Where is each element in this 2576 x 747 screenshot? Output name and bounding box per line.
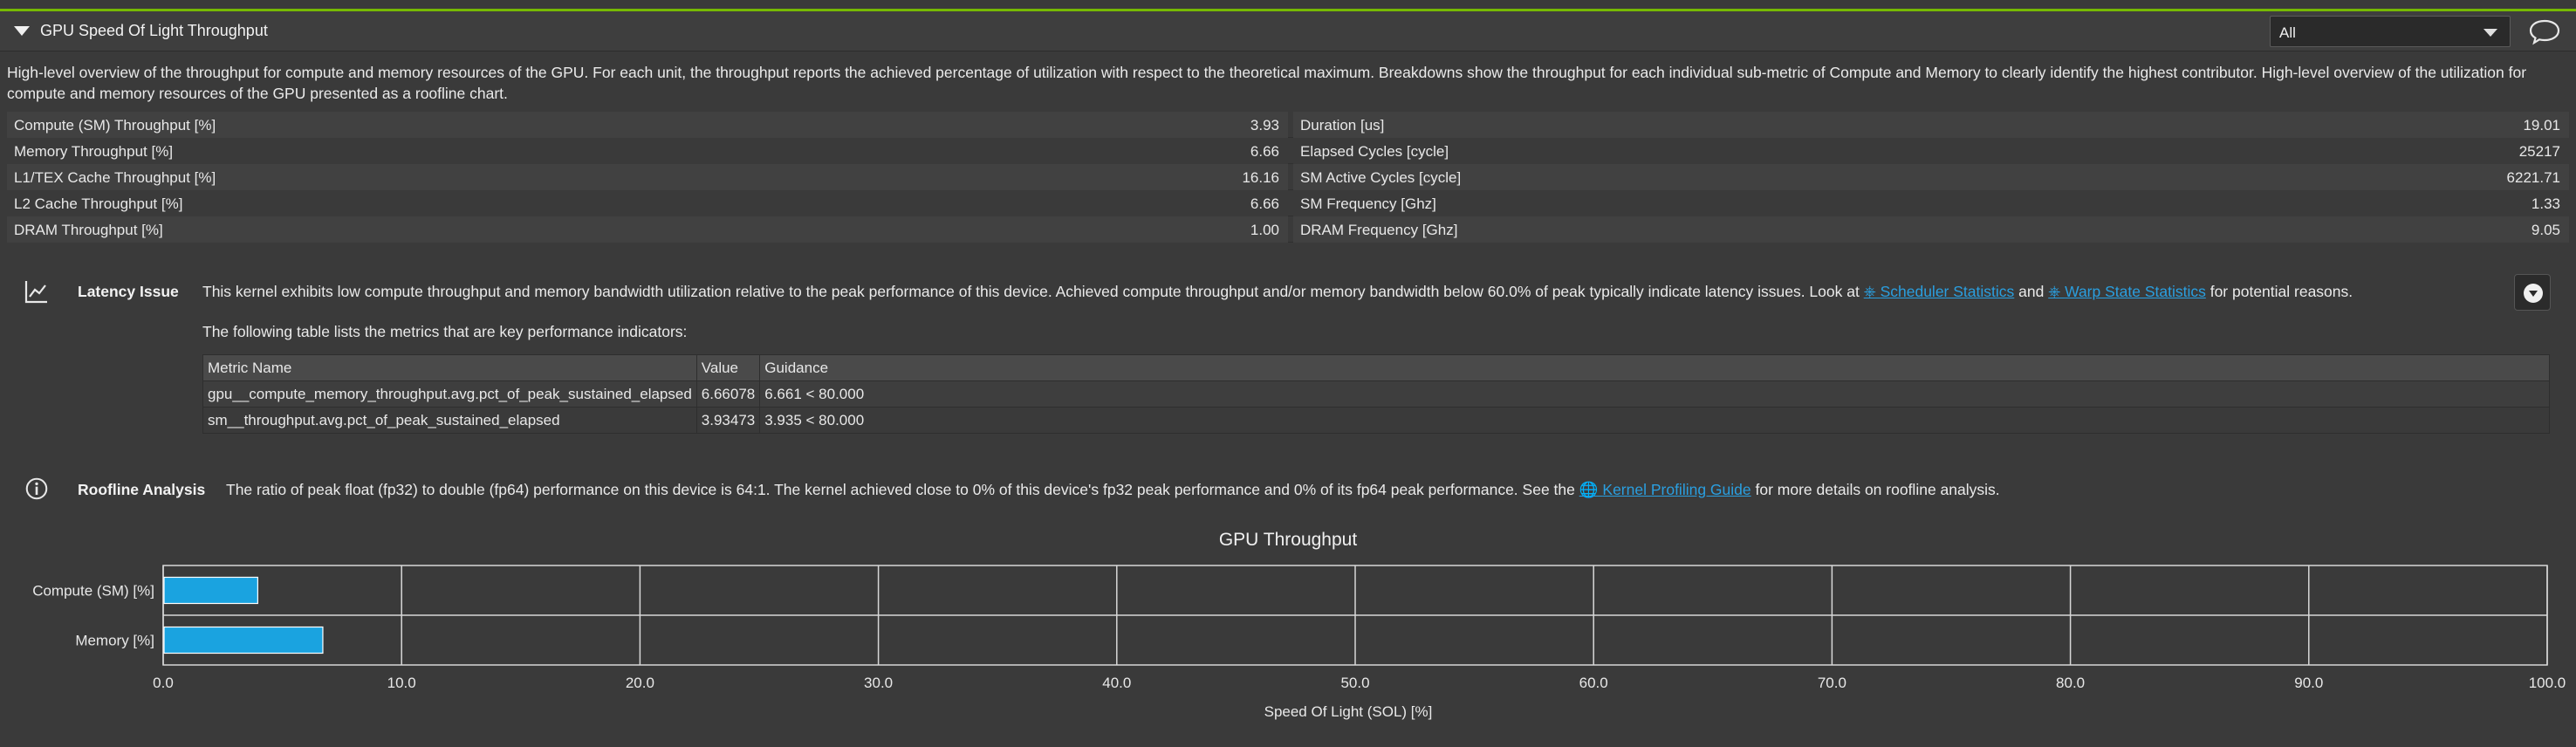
latency-text-after: for potential reasons. <box>2205 283 2353 300</box>
filter-value: All <box>2279 24 2296 41</box>
warp-link-text: Warp State Statistics <box>2065 283 2206 300</box>
kpi-table-header-row: Metric Name Value Guidance <box>202 354 2550 381</box>
x-tick-label: 30.0 <box>864 675 893 691</box>
x-tick-label: 80.0 <box>2056 675 2085 691</box>
metric-value: 19.01 <box>2523 117 2560 134</box>
metric-row: Compute (SM) Throughput [%] 3.93 Duration… <box>7 112 2569 138</box>
x-axis-label: Speed Of Light (SOL) [%] <box>1264 703 1433 720</box>
collapse-icon[interactable] <box>14 26 30 36</box>
metric-value: 9.05 <box>2531 222 2560 238</box>
latency-issue-message: This kernel exhibits low compute through… <box>202 283 2353 301</box>
body-filter-select[interactable]: All <box>2270 16 2511 47</box>
table-row: sm__throughput.avg.pct_of_peak_sustained… <box>202 407 2550 434</box>
metric-value: 25217 <box>2518 143 2560 160</box>
metric-label: SM Frequency [Ghz] <box>1300 195 1436 212</box>
comment-icon[interactable] <box>2527 17 2562 46</box>
bar <box>163 626 324 654</box>
metric-name-cell: gpu__compute_memory_throughput.avg.pct_o… <box>202 380 697 408</box>
kpi-table-intro: The following table lists the metrics th… <box>202 323 688 340</box>
metric-label: SM Active Cycles [cycle] <box>1300 169 1462 186</box>
scheduler-statistics-link[interactable]: ⎈ Scheduler Statistics <box>1864 283 2015 300</box>
line-chart-icon <box>23 278 51 305</box>
warp-state-statistics-link[interactable]: ⎈ Warp State Statistics <box>2048 283 2206 300</box>
kernel-profiling-guide-link[interactable]: 🌐 Kernel Profiling Guide <box>1579 481 1751 498</box>
metric-row: L2 Cache Throughput [%] 6.66 SM Frequency… <box>7 190 2569 216</box>
section-header[interactable]: GPU Speed Of Light Throughput All <box>0 11 2576 51</box>
roofline-message: The ratio of peak float (fp32) to double… <box>226 481 2000 499</box>
metric-value: 6.66 <box>1250 195 1279 212</box>
chart-title: GPU Throughput <box>1218 530 1358 550</box>
roofline-analysis-title: Roofline Analysis <box>78 481 206 498</box>
scheduler-link-text: Scheduler Statistics <box>1880 283 2015 300</box>
metric-value: 1.33 <box>2531 195 2560 212</box>
section-title: GPU Speed Of Light Throughput <box>40 22 268 39</box>
metric-label: DRAM Throughput [%] <box>14 222 163 238</box>
value-cell: 3.93473 <box>695 407 761 434</box>
metric-label: Duration [us] <box>1300 117 1385 134</box>
column-header-value: Value <box>695 354 761 381</box>
gpu-throughput-chart: 0.0 10.0 20.0 30.0 40.0 50.0 60.0 70.0 80.0 90.0 1… <box>32 565 2566 720</box>
column-header-metric-name: Metric Name <box>202 354 697 381</box>
x-tick-label: 10.0 <box>387 675 416 691</box>
x-tick-label: 0.0 <box>153 675 174 691</box>
latency-text-mid: and <box>2014 283 2049 300</box>
x-tick-label: 70.0 <box>1818 675 1846 691</box>
metrics-table: Compute (SM) Throughput [%] 3.93 Duration… <box>7 112 2569 243</box>
metric-value: 6.66 <box>1250 143 1279 160</box>
kernel-guide-link-text: Kernel Profiling Guide <box>1602 481 1751 498</box>
metric-label: L1/TEX Cache Throughput [%] <box>14 169 216 186</box>
x-tick-label: 50.0 <box>1340 675 1369 691</box>
metric-value: 1.00 <box>1250 222 1279 238</box>
latency-text-before: This kernel exhibits low compute through… <box>202 283 1864 300</box>
section-description: High-level overview of the throughput fo… <box>7 64 2527 102</box>
x-tick-label: 40.0 <box>1102 675 1131 691</box>
guidance-cell: 6.661 < 80.000 <box>759 380 2550 408</box>
guidance-cell: 3.935 < 80.000 <box>759 407 2550 434</box>
metric-label: Compute (SM) Throughput [%] <box>14 117 216 134</box>
latency-issue-title: Latency Issue <box>78 283 179 300</box>
x-tick-label: 20.0 <box>626 675 654 691</box>
x-tick-label: 60.0 <box>1579 675 1608 691</box>
metric-value: 16.16 <box>1242 169 1279 186</box>
x-tick-label: 90.0 <box>2294 675 2323 691</box>
expand-rule-button[interactable] <box>2514 274 2551 311</box>
metric-label: L2 Cache Throughput [%] <box>14 195 183 212</box>
metric-label: Memory Throughput [%] <box>14 143 174 160</box>
roofline-text-after: for more details on roofline analysis. <box>1750 481 2000 498</box>
y-category-label: Memory [%] <box>75 633 154 649</box>
y-category-label: Compute (SM) [%] <box>32 583 154 600</box>
kpi-table: Metric Name Value Guidance gpu__compute_… <box>202 354 2550 434</box>
chevron-down-circle-icon <box>2524 284 2543 303</box>
value-cell: 6.66078 <box>695 380 761 408</box>
x-tick-label: 100.0 <box>2529 675 2566 691</box>
metric-name-cell: sm__throughput.avg.pct_of_peak_sustained… <box>202 407 697 434</box>
table-row: gpu__compute_memory_throughput.avg.pct_o… <box>202 380 2550 408</box>
metric-row: L1/TEX Cache Throughput [%] 16.16 SM Acti… <box>7 164 2569 190</box>
column-header-guidance: Guidance <box>759 354 2550 381</box>
info-icon <box>24 476 51 504</box>
bar <box>163 576 258 605</box>
roofline-text-before: The ratio of peak float (fp32) to double… <box>226 481 1579 498</box>
metric-label: Elapsed Cycles [cycle] <box>1300 143 1449 160</box>
chevron-down-icon <box>2484 29 2497 37</box>
metric-label: DRAM Frequency [Ghz] <box>1300 222 1458 238</box>
metric-value: 3.93 <box>1250 117 1279 134</box>
metric-value: 6221.71 <box>2506 169 2560 186</box>
metric-row: DRAM Throughput [%] 1.00 DRAM Frequency [… <box>7 216 2569 243</box>
metric-row: Memory Throughput [%] 6.66 Elapsed Cycles… <box>7 138 2569 164</box>
